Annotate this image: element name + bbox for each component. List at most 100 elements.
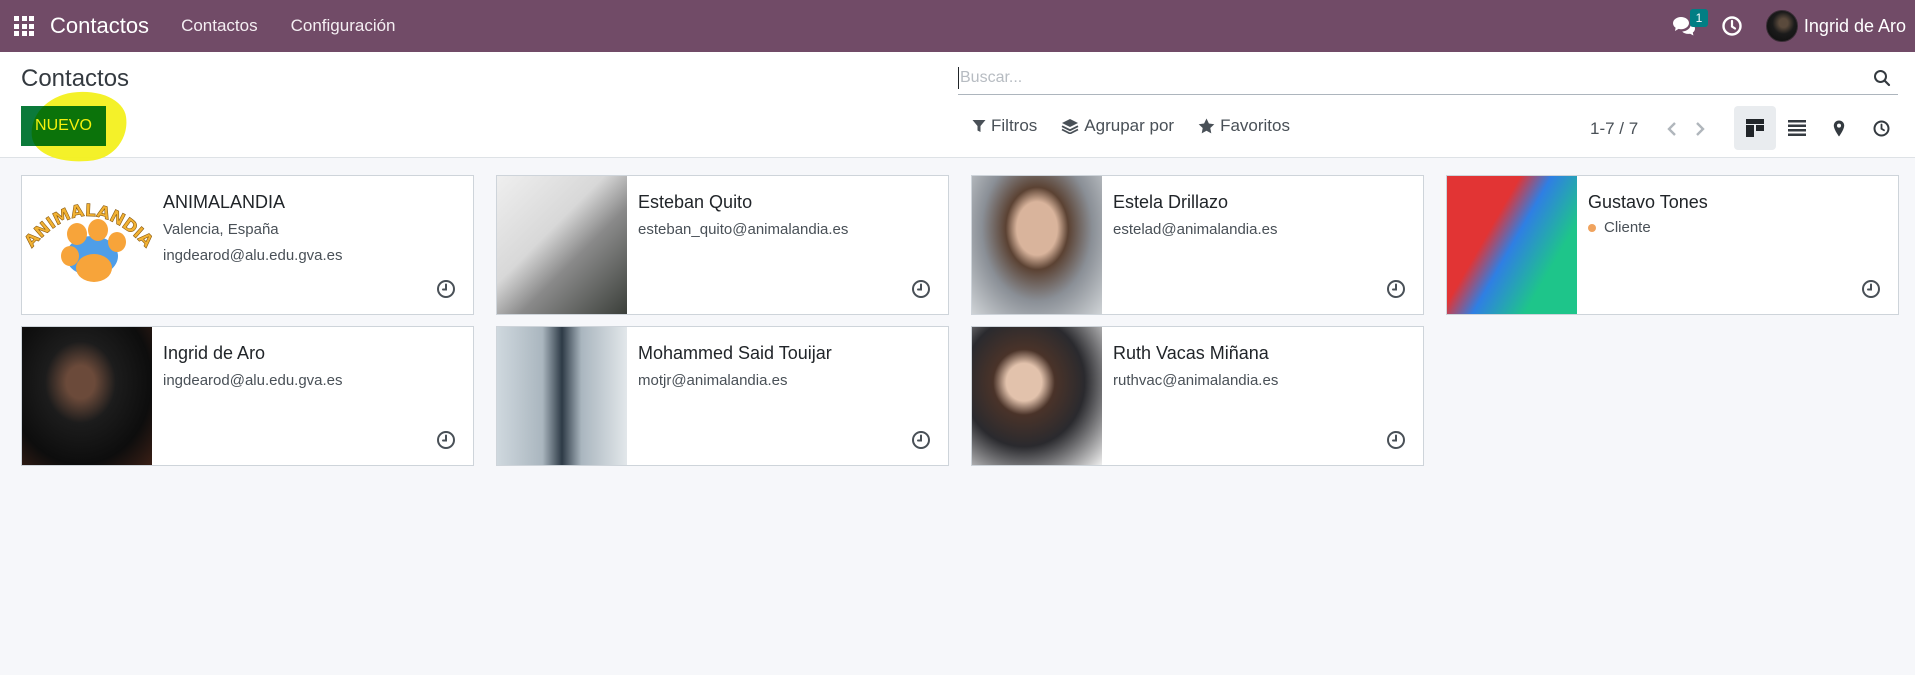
control-panel: Contactos NUEVO Filtros Agrupa [0,52,1915,169]
filter-icon [972,120,986,132]
search-panel-toggles: Filtros Agrupar por Favoritos [972,116,1314,136]
group-by-button[interactable]: Agrupar por [1061,116,1174,136]
kanban-view-icon [1746,119,1764,137]
clock-icon [1387,280,1405,298]
contact-photo [1447,176,1577,314]
apps-menu-button[interactable] [0,0,48,52]
clock-icon [437,280,455,298]
activities-button[interactable] [1712,0,1752,52]
card-body: Gustavo Tones Cliente [1577,176,1708,314]
search-button[interactable] [1866,62,1898,94]
company-logo: ANIMALANDIA [22,176,152,314]
pager-previous-button[interactable] [1658,116,1686,142]
map-pin-icon [1833,120,1845,136]
new-button[interactable]: NUEVO [21,106,106,146]
filters-button[interactable]: Filtros [972,116,1037,136]
contact-name: Gustavo Tones [1588,192,1708,212]
chevron-left-icon [1667,122,1677,136]
pager: 1-7 / 7 [1590,116,1714,142]
contact-email: ingdearod@alu.edu.gva.es [163,372,343,389]
contact-photo [22,327,152,465]
text-caret [958,66,959,89]
contact-tag: Cliente [1588,219,1708,236]
kanban-view: ANIMALANDIA ANIMALANDIA Valencia, España… [21,175,1901,466]
user-avatar [1765,10,1798,42]
card-body: Estela Drillazo estelad@animalandia.es [1102,176,1278,314]
contact-email: motjr@animalandia.es [638,372,788,389]
user-menu-button[interactable]: Ingrid de Aro [1765,10,1906,42]
messages-button[interactable]: 1 [1664,0,1708,52]
activity-button[interactable] [910,429,932,451]
contact-card-esteban-quito[interactable]: Esteban Quito esteban_quito@animalandia.… [496,175,949,315]
contact-card-estela-drillazo[interactable]: Estela Drillazo estelad@animalandia.es [971,175,1424,315]
contact-name: Esteban Quito [638,192,753,212]
new-button-wrapper: NUEVO [21,85,132,169]
contact-name: ANIMALANDIA [163,192,286,212]
apps-grid-icon [14,16,34,36]
clock-icon [912,431,930,449]
contact-email: ruthvac@animalandia.es [1113,372,1279,389]
clock-icon [912,280,930,298]
view-switcher [1734,106,1902,150]
contact-email: ingdearod@alu.edu.gva.es [163,247,343,264]
card-body: Mohammed Said Touijar motjr@animalandia.… [627,327,832,465]
favorites-button[interactable]: Favoritos [1198,116,1290,136]
messages-counter-badge: 1 [1689,9,1708,27]
search-bar [958,61,1898,95]
contact-card-animalandia[interactable]: ANIMALANDIA ANIMALANDIA Valencia, España… [21,175,474,315]
favorites-label: Favoritos [1220,116,1290,135]
menu-configuracion[interactable]: Configuración [291,16,396,36]
user-name: Ingrid de Aro [1803,15,1906,36]
contact-photo [972,176,1102,314]
search-input[interactable] [960,68,1866,87]
contact-location: Valencia, España [163,221,279,238]
contact-name: Estela Drillazo [1113,192,1229,212]
card-body: Ruth Vacas Miñana ruthvac@animalandia.es [1102,327,1278,465]
group-by-label: Agrupar por [1084,116,1175,135]
chevron-right-icon [1696,122,1705,136]
clock-icon [1722,16,1742,36]
navbar-systray: 1 Ingrid de Aro [1664,0,1915,52]
app-name[interactable]: Contactos [50,13,149,39]
contact-card-ruth-vacas-minana[interactable]: Ruth Vacas Miñana ruthvac@animalandia.es [971,326,1424,466]
card-body: Esteban Quito esteban_quito@animalandia.… [627,176,848,314]
contact-name: Ruth Vacas Miñana [1113,343,1269,363]
filters-label: Filtros [991,116,1038,135]
activity-button[interactable] [435,429,457,451]
search-icon [1874,69,1891,86]
contact-photo [497,176,627,314]
star-icon [1198,118,1215,134]
clock-icon [437,431,455,449]
activity-button[interactable] [1860,278,1882,300]
activity-view-button[interactable] [1860,106,1902,150]
contact-card-gustavo-tones[interactable]: Gustavo Tones Cliente [1446,175,1899,315]
tag-color-dot [1588,223,1596,232]
tag-label: Cliente [1604,219,1651,236]
pager-value[interactable]: 1-7 / 7 [1590,119,1638,139]
contact-name: Ingrid de Aro [163,343,266,363]
card-body: Ingrid de Aro ingdearod@alu.edu.gva.es [152,327,343,465]
activity-view-icon [1873,120,1889,136]
layers-icon [1061,119,1079,134]
list-view-button[interactable] [1776,106,1818,150]
activity-button[interactable] [1385,429,1407,451]
contact-card-mohammed-said-touijar[interactable]: Mohammed Said Touijar motjr@animalandia.… [496,326,949,466]
contact-photo [972,327,1102,465]
contact-email: esteban_quito@animalandia.es [638,221,849,238]
list-view-icon [1788,120,1806,136]
top-navbar: Contactos Contactos Configuración 1 Ingr… [0,0,1915,52]
clock-icon [1387,431,1405,449]
activity-button[interactable] [435,278,457,300]
menu-contactos[interactable]: Contactos [181,16,258,36]
card-body: ANIMALANDIA Valencia, España ingdearod@a… [152,176,343,314]
kanban-view-button[interactable] [1734,106,1776,150]
contact-photo [497,327,627,465]
activity-button[interactable] [910,278,932,300]
clock-icon [1862,280,1880,298]
activity-button[interactable] [1385,278,1407,300]
map-view-button[interactable] [1818,106,1860,150]
breadcrumb: Contactos [21,65,130,92]
contact-card-ingrid-de-aro[interactable]: Ingrid de Aro ingdearod@alu.edu.gva.es [21,326,474,466]
pager-next-button[interactable] [1686,116,1714,142]
contact-email: estelad@animalandia.es [1113,221,1278,238]
